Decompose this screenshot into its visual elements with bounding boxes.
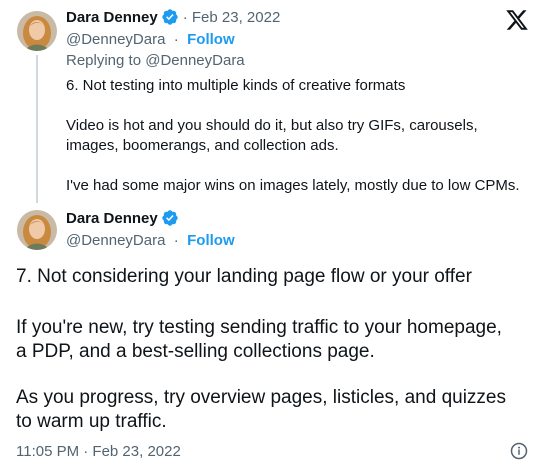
handle-row: @DenneyDara · Follow — [66, 232, 235, 249]
tweet-text-line: a PDP, and a best-selling collections pa… — [16, 341, 375, 362]
tweet-text-line: As you progress, try overview pages, lis… — [16, 387, 506, 408]
follow-button[interactable]: Follow — [187, 31, 235, 48]
tweet-text-line: I've had some major wins on images latel… — [66, 177, 520, 194]
handle-row: @DenneyDara · Follow — [66, 31, 235, 48]
author-name[interactable]: Dara Denney — [66, 9, 158, 26]
tweet-text-line: 7. Not considering your landing page flo… — [16, 266, 472, 287]
verified-badge-icon — [161, 8, 179, 26]
author-row: Dara Denney — [66, 209, 179, 227]
x-logo-icon[interactable] — [505, 8, 529, 32]
tweet-text-line: Video is hot and you should do it, but a… — [66, 117, 478, 134]
replying-to-label: Replying to @DenneyDara — [66, 52, 245, 69]
tweet-text-line: If you're new, try testing sending traff… — [16, 317, 502, 338]
separator-dot: · — [169, 232, 183, 249]
verified-badge-icon — [161, 209, 179, 227]
author-handle[interactable]: @DenneyDara — [66, 232, 165, 249]
info-icon[interactable] — [510, 442, 528, 460]
tweet-text-line: images, boomerangs, and collection ads. — [66, 137, 339, 154]
author-name[interactable]: Dara Denney — [66, 210, 158, 227]
post-date[interactable]: · Feb 23, 2022 — [183, 9, 281, 26]
tweet-text-line: 6. Not testing into multiple kinds of cr… — [66, 77, 406, 94]
avatar[interactable] — [17, 210, 57, 250]
author-row: Dara Denney · Feb 23, 2022 — [66, 8, 280, 26]
follow-button[interactable]: Follow — [187, 232, 235, 249]
separator-dot: · — [169, 31, 183, 48]
avatar[interactable] — [17, 11, 57, 51]
author-handle[interactable]: @DenneyDara — [66, 31, 165, 48]
thread-connector-line — [36, 55, 38, 203]
tweet-text-line: to warm up traffic. — [16, 411, 167, 432]
post-timestamp[interactable]: 11:05 PM · Feb 23, 2022 — [16, 443, 181, 460]
